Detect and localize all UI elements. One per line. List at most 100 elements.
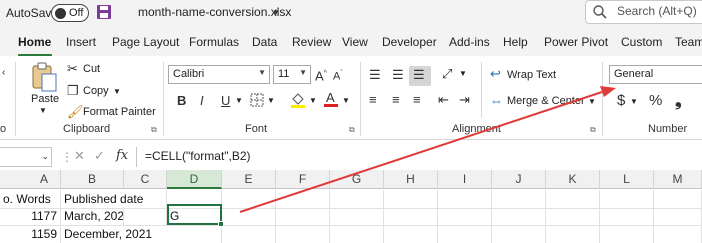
cell-h2[interactable]	[384, 207, 438, 226]
clipboard-launcher-icon[interactable]: ⧉	[151, 125, 157, 135]
font-color-chevron-icon[interactable]: ▼	[342, 96, 350, 105]
column-header-l[interactable]: L	[600, 170, 654, 189]
cancel-icon[interactable]: ✕	[74, 148, 85, 164]
cell-e3[interactable]	[222, 225, 276, 243]
font-size-dropdown[interactable]: 11 ▼	[273, 65, 311, 84]
percent-icon[interactable]: %	[649, 93, 662, 109]
italic-button[interactable]: I	[200, 93, 204, 109]
paste-chevron-icon[interactable]: ▼	[39, 106, 47, 115]
copy-icon[interactable]: ❐	[67, 83, 79, 99]
orientation-icon[interactable]: ⤢	[442, 66, 452, 82]
tab-add-ins[interactable]: Add-ins	[449, 35, 490, 49]
fill-color-icon[interactable]	[290, 91, 306, 113]
column-header-j[interactable]: J	[492, 170, 546, 189]
copy-button[interactable]: Copy	[83, 85, 109, 97]
align-right-icon[interactable]: ≡	[413, 92, 421, 108]
cell-c2[interactable]	[124, 207, 167, 226]
tab-view[interactable]: View	[342, 35, 368, 49]
font-name-dropdown[interactable]: Calibri ▼	[168, 65, 270, 84]
align-left-icon[interactable]: ≡	[369, 92, 377, 108]
cell-l2[interactable]	[600, 207, 654, 226]
merge-chevron-icon[interactable]: ▼	[588, 97, 596, 106]
orientation-chevron-icon[interactable]: ▼	[459, 69, 467, 78]
tab-power-pivot[interactable]: Power Pivot	[544, 35, 608, 49]
cell-j2[interactable]	[492, 207, 546, 226]
increase-font-icon[interactable]: A^	[315, 66, 327, 84]
name-box[interactable]: ⌄	[0, 147, 52, 167]
paste-icon[interactable]	[30, 62, 58, 96]
merge-center-icon[interactable]: ⇔	[490, 93, 503, 109]
underline-chevron-icon[interactable]: ▼	[235, 96, 243, 105]
partial-chevron-icon[interactable]: ‹	[2, 67, 5, 78]
column-header-b[interactable]: B	[61, 170, 124, 189]
tab-team[interactable]: Team	[675, 35, 702, 49]
bold-button[interactable]: B	[177, 93, 186, 109]
currency-chevron-icon[interactable]: ▼	[630, 97, 638, 106]
tab-insert[interactable]: Insert	[66, 35, 96, 49]
cell-f3[interactable]	[276, 225, 330, 243]
wrap-text-icon[interactable]: ↩	[490, 66, 501, 82]
cell-h3[interactable]	[384, 225, 438, 243]
cell-b3[interactable]: December, 2021	[61, 225, 167, 243]
alignment-launcher-icon[interactable]: ⧉	[590, 125, 596, 135]
cell-m2[interactable]	[654, 207, 702, 226]
align-middle-icon[interactable]: ☰	[392, 67, 404, 83]
tab-formulas[interactable]: Formulas	[189, 35, 239, 49]
format-painter-button[interactable]: Format Painter	[83, 106, 156, 118]
borders-icon[interactable]	[250, 93, 264, 111]
column-header-f[interactable]: F	[276, 170, 330, 189]
tab-help[interactable]: Help	[503, 35, 528, 49]
cell-i2[interactable]	[438, 207, 492, 226]
tab-data[interactable]: Data	[252, 35, 277, 49]
formula-input[interactable]: =CELL("format",B2)	[136, 147, 702, 167]
tab-custom[interactable]: Custom	[621, 35, 662, 49]
format-painter-icon[interactable]: 🖌	[67, 104, 84, 120]
chevron-down-icon[interactable]: ▼	[272, 8, 280, 17]
column-header-d[interactable]: D	[167, 170, 222, 189]
cell-g3[interactable]	[330, 225, 384, 243]
enter-icon[interactable]: ✓	[94, 148, 105, 164]
align-top-icon[interactable]: ☰	[369, 67, 381, 83]
comma-style-icon[interactable]: ❟	[675, 92, 682, 109]
currency-icon[interactable]: $	[617, 93, 625, 109]
align-center-icon[interactable]: ≡	[392, 92, 400, 108]
cell-f2[interactable]	[276, 207, 330, 226]
copy-chevron-icon[interactable]: ▼	[113, 87, 121, 96]
cell-i3[interactable]	[438, 225, 492, 243]
decrease-indent-icon[interactable]: ⇤	[438, 92, 449, 108]
tab-page-layout[interactable]: Page Layout	[112, 35, 179, 49]
search-box[interactable]: Search (Alt+Q)	[585, 0, 702, 24]
align-bottom-icon[interactable]: ☰	[413, 67, 425, 83]
autosave-toggle[interactable]: Off	[51, 4, 89, 22]
column-header-c[interactable]: C	[124, 170, 167, 189]
decrease-font-icon[interactable]: Aˇ	[333, 66, 343, 85]
cell-j3[interactable]	[492, 225, 546, 243]
cut-button[interactable]: Cut	[83, 63, 100, 75]
paste-button[interactable]: Paste	[31, 93, 59, 105]
font-color-icon[interactable]: A	[323, 90, 339, 112]
cell-b2[interactable]: March, 2022	[61, 207, 124, 226]
cell-k3[interactable]	[546, 225, 600, 243]
cell-d3[interactable]	[167, 225, 222, 243]
column-header-a[interactable]: A	[0, 170, 61, 189]
column-header-k[interactable]: K	[546, 170, 600, 189]
cell-l3[interactable]	[600, 225, 654, 243]
cell-a2[interactable]: 1177	[0, 207, 61, 226]
number-format-dropdown[interactable]: General	[609, 65, 702, 84]
formula-bar-grip[interactable]: ⋮	[61, 150, 74, 164]
fill-color-chevron-icon[interactable]: ▼	[309, 96, 317, 105]
font-launcher-icon[interactable]: ⧉	[349, 125, 355, 135]
fill-handle[interactable]	[218, 221, 224, 227]
cut-icon[interactable]: ✂	[67, 61, 78, 77]
cell-m3[interactable]	[654, 225, 702, 243]
column-header-h[interactable]: H	[384, 170, 438, 189]
increase-indent-icon[interactable]: ⇥	[459, 92, 470, 108]
tab-developer[interactable]: Developer	[382, 35, 437, 49]
cell-e2[interactable]	[222, 207, 276, 226]
cell-g2[interactable]	[330, 207, 384, 226]
column-header-i[interactable]: I	[438, 170, 492, 189]
column-header-m[interactable]: M	[654, 170, 702, 189]
tab-home[interactable]: Home	[18, 35, 51, 49]
column-header-g[interactable]: G	[330, 170, 384, 189]
insert-function-button[interactable]: fx	[116, 148, 128, 164]
